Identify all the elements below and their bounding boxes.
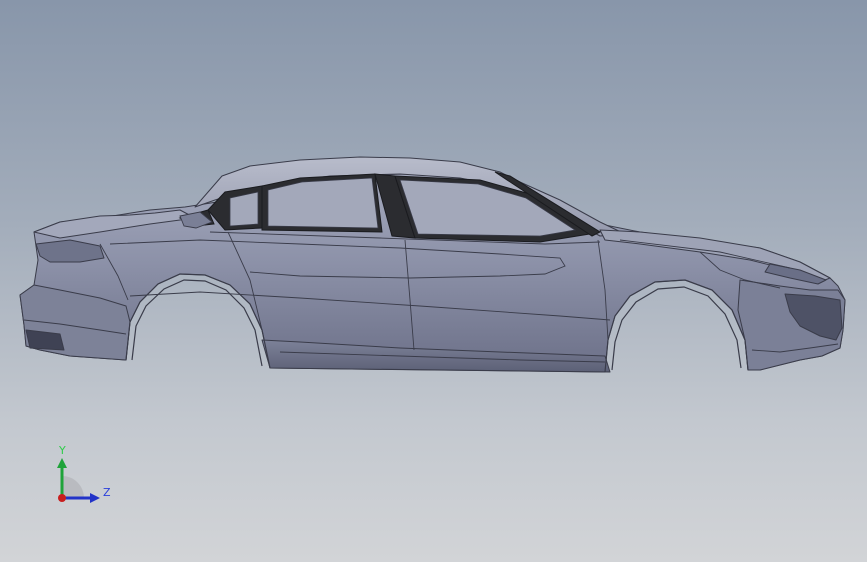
car-body-model[interactable]: [0, 0, 867, 562]
triad-shadow-icon: [62, 476, 84, 498]
graphics-viewport[interactable]: Y Z: [0, 0, 867, 562]
z-axis-arrow-icon: [90, 493, 100, 503]
y-axis-arrow-icon: [57, 458, 67, 468]
z-axis-label: Z: [103, 486, 111, 499]
x-axis-dot-icon: [58, 494, 66, 502]
coordinate-triad[interactable]: Y Z: [40, 440, 120, 510]
quarter-glass[interactable]: [229, 191, 259, 227]
y-axis-label: Y: [58, 444, 66, 457]
